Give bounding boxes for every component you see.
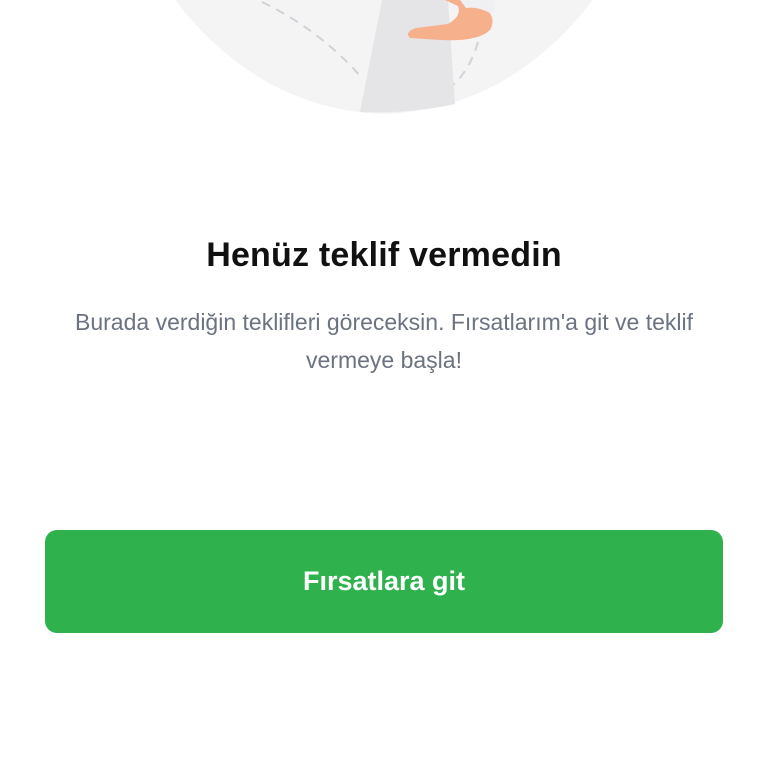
- empty-state-title: Henüz teklif vermedin: [206, 236, 562, 274]
- empty-state-illustration: [175, 0, 593, 114]
- empty-offers-screen: Henüz teklif vermedin Burada verdiğin te…: [0, 0, 768, 768]
- empty-state-description: Burada verdiğin teklifleri göreceksin. F…: [75, 309, 693, 373]
- go-to-deals-button[interactable]: Fırsatlara git: [45, 530, 723, 633]
